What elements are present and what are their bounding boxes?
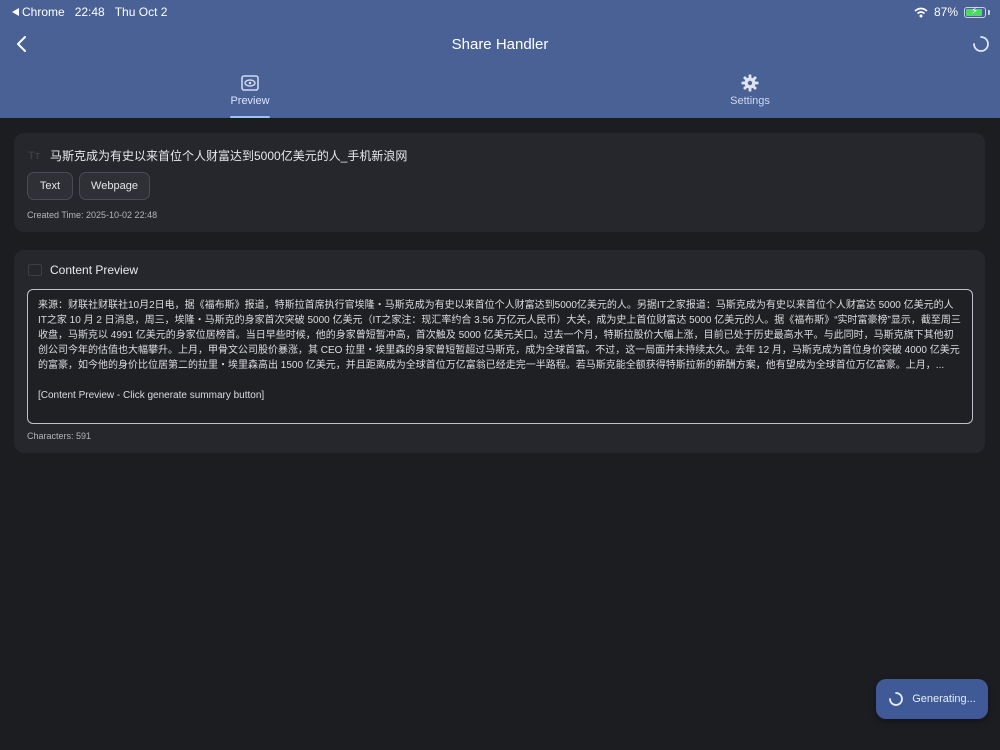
text-type-icon: Tт (28, 149, 41, 162)
status-date: Thu Oct 2 (114, 5, 168, 19)
shared-item-card: Tт 马斯克成为有史以来首位个人财富达到5000亿美元的人_手机新浪网 Text… (14, 133, 985, 232)
document-icon (28, 264, 42, 276)
chip-webpage[interactable]: Webpage (79, 172, 150, 200)
chip-text[interactable]: Text (27, 172, 73, 200)
status-app-name: Chrome (22, 5, 65, 19)
nav-title: Share Handler (451, 36, 549, 53)
created-time: Created Time: 2025-10-02 22:48 (27, 210, 158, 220)
tab-preview[interactable]: Preview (190, 74, 310, 118)
wifi-icon (914, 7, 928, 17)
summary-hint: [Content Preview - Click generate summar… (38, 390, 265, 401)
tab-settings-label: Settings (730, 95, 770, 107)
status-bar: Chrome 22:48 Thu Oct 2 87% ⚡ (0, 0, 1000, 24)
tab-settings[interactable]: Settings (690, 74, 810, 118)
back-to-app[interactable]: Chrome (12, 5, 65, 19)
content-preview-card: Content Preview 来源：财联社财联社10月2日电，据《福布斯》报道… (14, 250, 985, 453)
battery-icon: ⚡ (964, 6, 986, 18)
content-preview-body: 来源：财联社财联社10月2日电，据《福布斯》报道，特斯拉首席执行官埃隆・马斯克成… (38, 300, 961, 371)
battery-percent: 87% (933, 5, 958, 19)
loading-spinner-icon (973, 36, 989, 52)
active-tab-indicator (230, 116, 270, 118)
content-preview-title: Content Preview (50, 263, 139, 277)
shared-page-title: 马斯克成为有史以来首位个人财富达到5000亿美元的人_手机新浪网 (50, 149, 408, 163)
generate-button-label: Generating... (912, 693, 976, 705)
status-time: 22:48 (74, 5, 105, 19)
character-count: Characters: 591 (27, 431, 92, 441)
content-preview-textarea[interactable]: 来源：财联社财联社10月2日电，据《福布斯》报道，特斯拉首席执行官埃隆・马斯克成… (27, 289, 973, 424)
loading-spinner-icon (889, 692, 904, 706)
gear-icon (741, 74, 759, 92)
app-header: Chrome 22:48 Thu Oct 2 87% ⚡ Share Handl… (0, 0, 1000, 118)
eye-icon (241, 75, 259, 91)
generate-summary-button[interactable]: Generating... (876, 679, 988, 719)
back-triangle-icon (12, 8, 19, 16)
tab-preview-label: Preview (230, 95, 270, 107)
